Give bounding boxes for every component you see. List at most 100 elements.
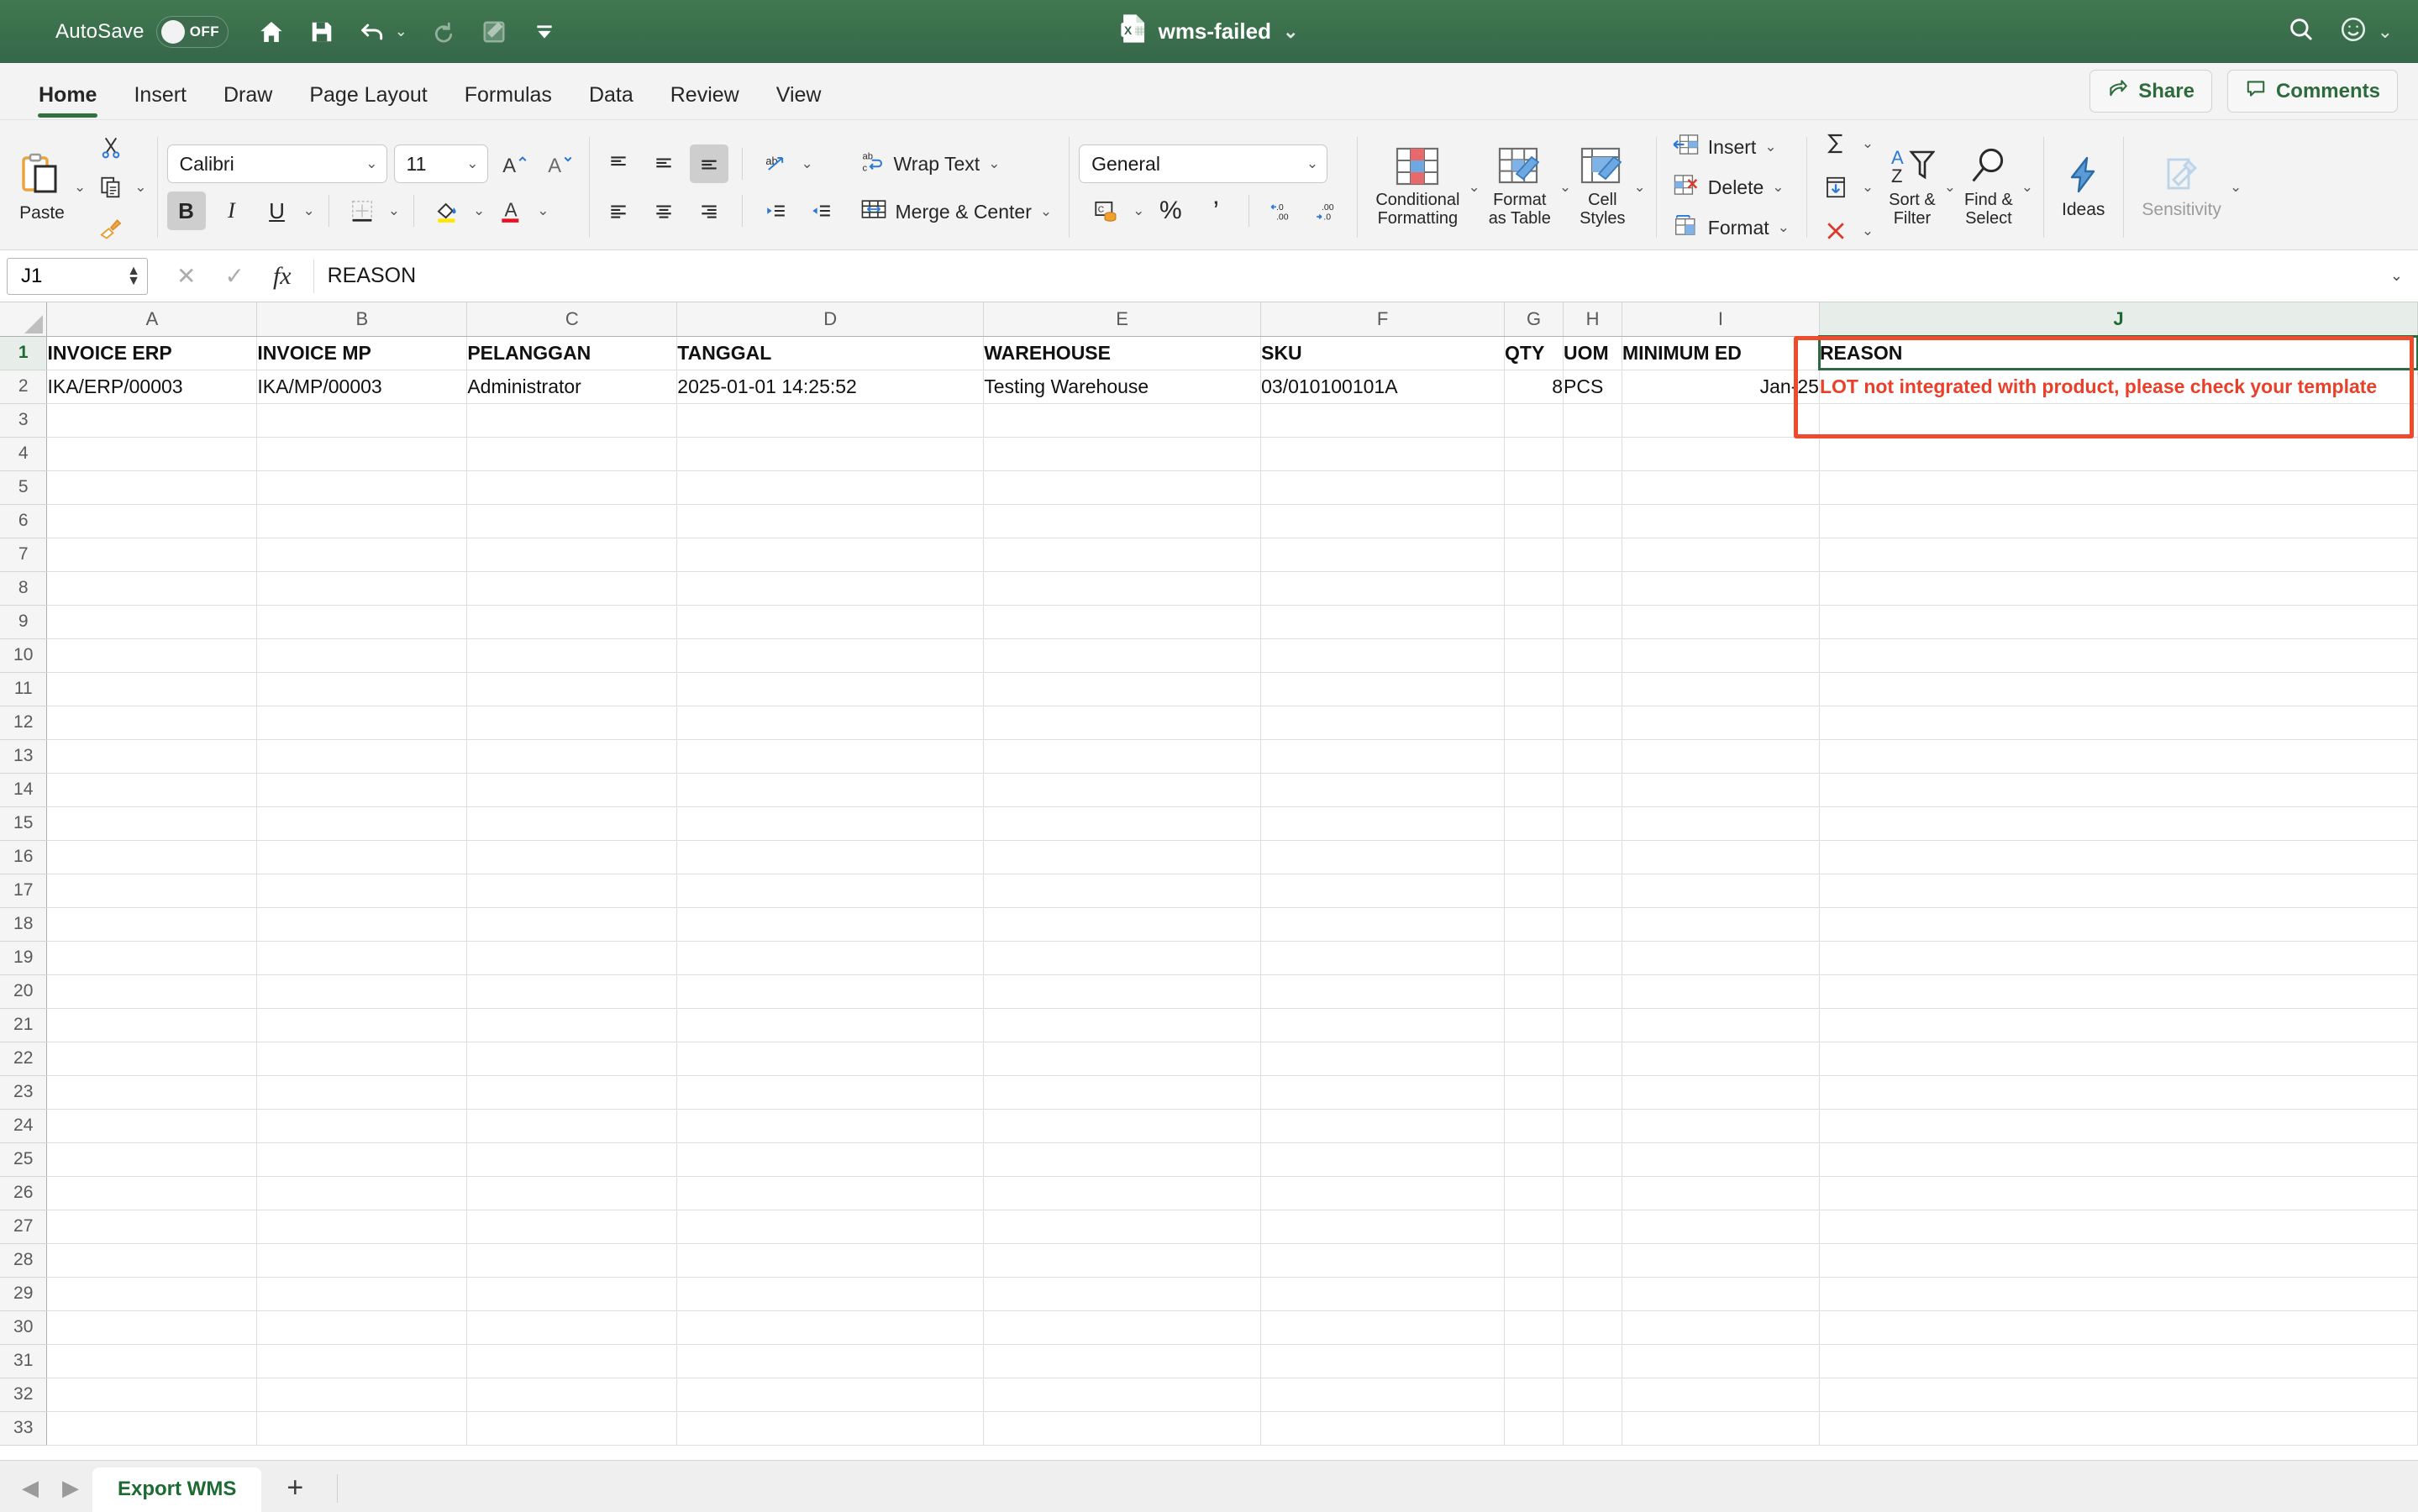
cell-i3[interactable] (1622, 403, 1820, 438)
cell-d26[interactable] (676, 1176, 985, 1210)
sort-filter-chevron-down-icon[interactable]: ⌄ (1944, 179, 1956, 196)
cell-h16[interactable] (1563, 840, 1622, 874)
decrease-indent-icon[interactable] (756, 192, 795, 230)
cell-f31[interactable] (1260, 1344, 1506, 1378)
cell-h2[interactable]: PCS (1563, 370, 1622, 404)
row-header-27[interactable]: 27 (0, 1210, 48, 1244)
add-sheet-button[interactable]: + (265, 1472, 325, 1504)
row-header-32[interactable]: 32 (0, 1378, 48, 1412)
cell-d14[interactable] (676, 773, 985, 807)
cell-a4[interactable] (46, 437, 258, 471)
cell-j21[interactable] (1819, 1008, 2418, 1042)
cell-c20[interactable] (466, 974, 678, 1009)
ideas-button[interactable]: Ideas (2053, 151, 2113, 223)
align-top-icon[interactable] (599, 144, 638, 183)
row-header-30[interactable]: 30 (0, 1310, 48, 1345)
cell-a23[interactable] (46, 1075, 258, 1110)
cell-f19[interactable] (1260, 941, 1506, 975)
cell-f27[interactable] (1260, 1210, 1506, 1244)
cell-h27[interactable] (1563, 1210, 1622, 1244)
cell-e10[interactable] (983, 638, 1262, 673)
cell-f12[interactable] (1260, 706, 1506, 740)
format-chevron-down-icon[interactable]: ⌄ (1778, 219, 1790, 236)
cell-d10[interactable] (676, 638, 985, 673)
cell-g31[interactable] (1504, 1344, 1564, 1378)
cell-e30[interactable] (983, 1310, 1262, 1345)
row-header-20[interactable]: 20 (0, 974, 48, 1009)
cell-b23[interactable] (256, 1075, 468, 1110)
cell-f24[interactable] (1260, 1109, 1506, 1143)
cell-e22[interactable] (983, 1042, 1262, 1076)
cell-j3[interactable] (1819, 403, 2418, 438)
sheet-tab-export-wms[interactable]: Export WMS (92, 1467, 262, 1512)
cell-e15[interactable] (983, 806, 1262, 841)
cell-c14[interactable] (466, 773, 678, 807)
cell-a8[interactable] (46, 571, 258, 606)
cell-g14[interactable] (1504, 773, 1564, 807)
cell-a14[interactable] (46, 773, 258, 807)
row-header-5[interactable]: 5 (0, 470, 48, 505)
cell-d8[interactable] (676, 571, 985, 606)
cell-j7[interactable] (1819, 538, 2418, 572)
column-header-c[interactable]: C (466, 302, 678, 337)
row-header-23[interactable]: 23 (0, 1075, 48, 1110)
cell-j6[interactable] (1819, 504, 2418, 538)
find-select-chevron-down-icon[interactable]: ⌄ (2021, 179, 2033, 196)
cell-b17[interactable] (256, 874, 468, 908)
cell-c7[interactable] (466, 538, 678, 572)
cell-g5[interactable] (1504, 470, 1564, 505)
cell-g12[interactable] (1504, 706, 1564, 740)
cell-b11[interactable] (256, 672, 468, 706)
cell-f2[interactable]: 03/010100101A (1260, 370, 1506, 404)
cell-j33[interactable] (1819, 1411, 2418, 1446)
column-header-f[interactable]: F (1260, 302, 1506, 337)
cell-f1[interactable]: SKU (1260, 336, 1506, 370)
search-icon[interactable] (2287, 15, 2315, 48)
cell-b16[interactable] (256, 840, 468, 874)
formula-bar-expand-chevron-down-icon[interactable]: ⌄ (2390, 267, 2418, 285)
cell-g6[interactable] (1504, 504, 1564, 538)
cell-b31[interactable] (256, 1344, 468, 1378)
paste-button[interactable]: Paste (10, 148, 74, 227)
cell-d16[interactable] (676, 840, 985, 874)
cell-e28[interactable] (983, 1243, 1262, 1278)
cell-i22[interactable] (1622, 1042, 1820, 1076)
cell-d20[interactable] (676, 974, 985, 1009)
cell-b32[interactable] (256, 1378, 468, 1412)
cell-b3[interactable] (256, 403, 468, 438)
cell-g25[interactable] (1504, 1142, 1564, 1177)
cell-a20[interactable] (46, 974, 258, 1009)
cell-i8[interactable] (1622, 571, 1820, 606)
cell-e21[interactable] (983, 1008, 1262, 1042)
row-header-25[interactable]: 25 (0, 1142, 48, 1177)
cell-j25[interactable] (1819, 1142, 2418, 1177)
sensitivity-chevron-down-icon[interactable]: ⌄ (2230, 179, 2242, 196)
cell-a2[interactable]: IKA/ERP/00003 (46, 370, 258, 404)
edit-mode-icon[interactable] (480, 18, 508, 46)
cell-c12[interactable] (466, 706, 678, 740)
row-header-14[interactable]: 14 (0, 773, 48, 807)
cell-b29[interactable] (256, 1277, 468, 1311)
cell-b21[interactable] (256, 1008, 468, 1042)
cell-i30[interactable] (1622, 1310, 1820, 1345)
cell-a28[interactable] (46, 1243, 258, 1278)
cell-j27[interactable] (1819, 1210, 2418, 1244)
cell-h22[interactable] (1563, 1042, 1622, 1076)
cell-f26[interactable] (1260, 1176, 1506, 1210)
cell-d2[interactable]: 2025-01-01 14:25:52 (676, 370, 985, 404)
cell-b18[interactable] (256, 907, 468, 942)
cell-h31[interactable] (1563, 1344, 1622, 1378)
cell-i13[interactable] (1622, 739, 1820, 774)
cell-a10[interactable] (46, 638, 258, 673)
row-header-33[interactable]: 33 (0, 1411, 48, 1446)
cell-e17[interactable] (983, 874, 1262, 908)
cell-a33[interactable] (46, 1411, 258, 1446)
cell-j30[interactable] (1819, 1310, 2418, 1345)
row-header-29[interactable]: 29 (0, 1277, 48, 1311)
cell-j12[interactable] (1819, 706, 2418, 740)
merge-center-button[interactable]: Merge & Center ⌄ (854, 194, 1059, 229)
cell-g28[interactable] (1504, 1243, 1564, 1278)
cell-j32[interactable] (1819, 1378, 2418, 1412)
cell-j19[interactable] (1819, 941, 2418, 975)
cell-d6[interactable] (676, 504, 985, 538)
